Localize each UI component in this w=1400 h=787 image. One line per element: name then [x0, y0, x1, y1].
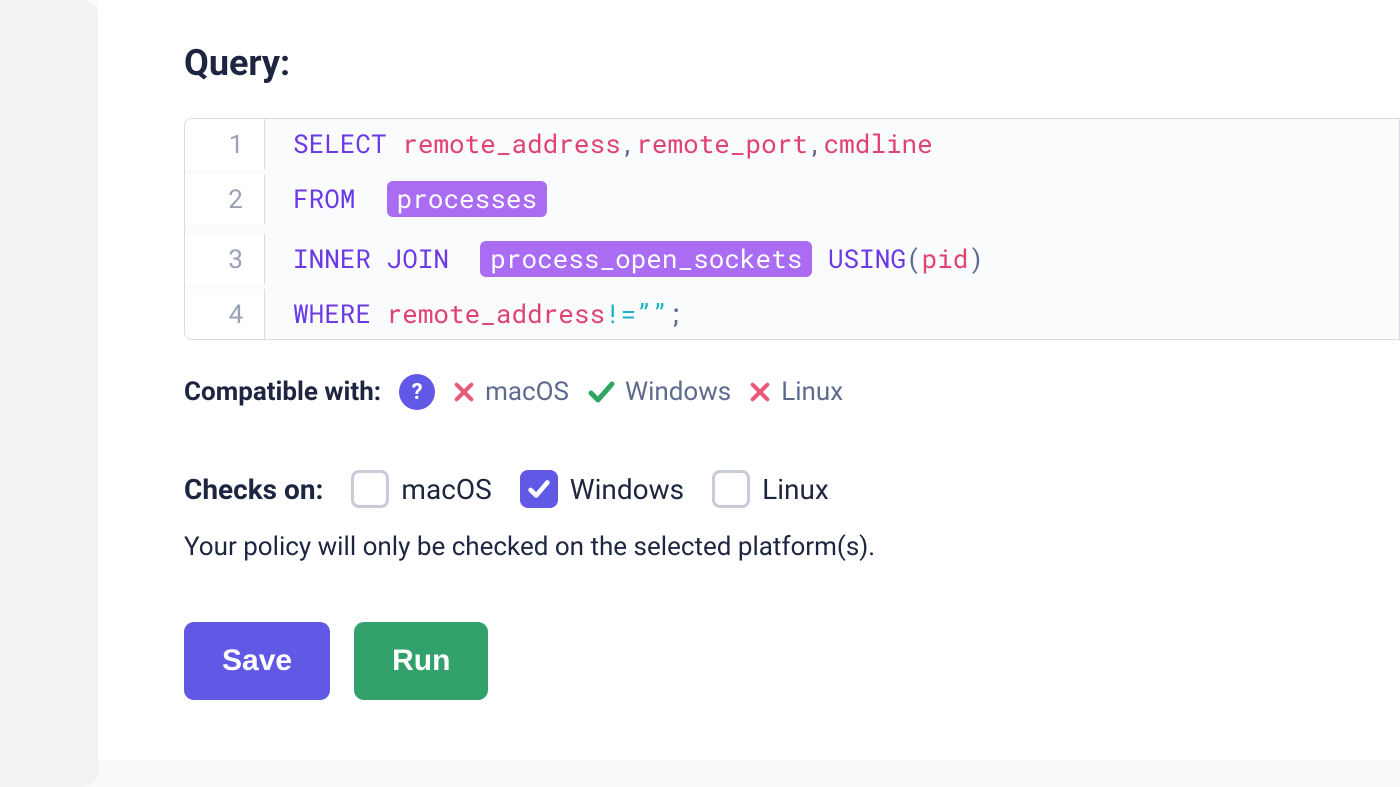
line-number: 3	[185, 234, 265, 284]
sql-editor[interactable]: 1 SELECT remote_address,remote_port,cmdl…	[184, 118, 1400, 340]
checkbox-linux[interactable]	[712, 470, 750, 508]
save-button[interactable]: Save	[184, 622, 330, 700]
compat-item-macos: macOS	[453, 377, 569, 407]
line-number: 1	[185, 119, 265, 169]
table-chip-process-open-sockets[interactable]: process_open_sockets	[480, 241, 812, 277]
check-icon	[526, 476, 552, 502]
checkbox-label: Windows	[570, 473, 684, 506]
run-button[interactable]: Run	[354, 622, 488, 700]
compat-item-linux: Linux	[749, 377, 843, 407]
checkbox-item-windows[interactable]: Windows	[520, 470, 684, 508]
checkbox-label: Linux	[762, 473, 829, 506]
checks-row: Checks on: macOS Windows Linux	[184, 470, 1400, 508]
code-line-2[interactable]: FROM processes	[265, 169, 547, 229]
code-line-1[interactable]: SELECT remote_address,remote_port,cmdlin…	[265, 119, 933, 169]
checkbox-item-linux[interactable]: Linux	[712, 470, 829, 508]
code-line-3[interactable]: INNER JOIN process_open_sockets USING(pi…	[265, 229, 984, 289]
x-icon	[749, 381, 771, 403]
checkbox-windows[interactable]	[520, 470, 558, 508]
checks-label: Checks on:	[184, 473, 323, 506]
query-section-title: Query:	[184, 42, 1400, 84]
checks-helper-text: Your policy will only be checked on the …	[184, 532, 1400, 562]
compatibility-row: Compatible with: ? macOS Windows Linux	[184, 374, 1400, 410]
compat-name: Windows	[625, 377, 731, 407]
compat-name: Linux	[781, 377, 843, 407]
action-button-row: Save Run	[184, 622, 1400, 700]
line-number: 2	[185, 174, 265, 224]
query-editor-panel: Query: 1 SELECT remote_address,remote_po…	[98, 0, 1400, 760]
help-icon[interactable]: ?	[399, 374, 435, 410]
compatibility-label: Compatible with:	[184, 377, 381, 407]
code-line-4[interactable]: WHERE remote_address!=””;	[265, 289, 683, 339]
compat-item-windows: Windows	[587, 377, 731, 407]
checkbox-macos[interactable]	[351, 470, 389, 508]
x-icon	[453, 381, 475, 403]
checkbox-item-macos[interactable]: macOS	[351, 470, 491, 508]
table-chip-processes[interactable]: processes	[387, 181, 547, 217]
check-icon	[587, 378, 615, 406]
checkbox-label: macOS	[401, 473, 491, 506]
compat-name: macOS	[485, 377, 569, 407]
left-page-silhouette	[0, 0, 98, 787]
line-number: 4	[185, 289, 265, 339]
